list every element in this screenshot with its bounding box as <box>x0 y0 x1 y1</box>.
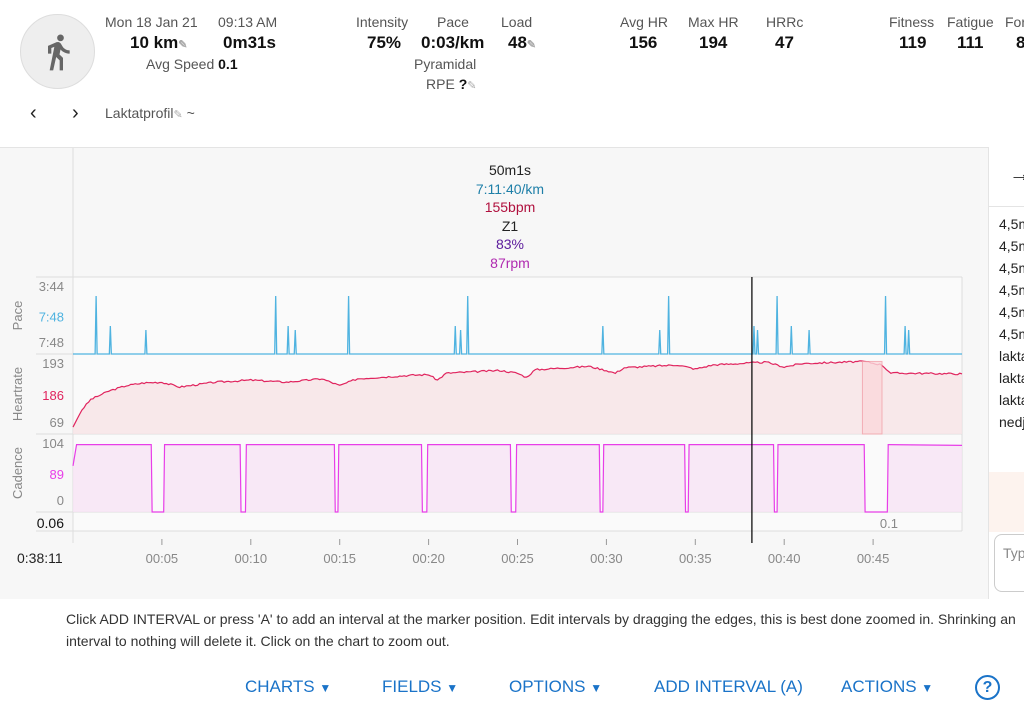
fitness-value: 119 <box>899 33 927 52</box>
y-tick-label: 89 <box>50 467 64 482</box>
panel-label-pace: Pace <box>10 301 25 331</box>
activity-name[interactable]: Laktatprofil✎ ~ <box>105 105 195 121</box>
form-value: 8 <box>1016 33 1024 52</box>
interval-list-item[interactable]: 4,5m <box>989 323 1024 345</box>
previous-activity-button[interactable]: ‹ <box>30 102 37 125</box>
intensity-value: 75% <box>367 33 402 52</box>
tooltip-cadence: 87rpm <box>490 254 530 271</box>
avg-hr-label: Avg HR <box>620 14 668 30</box>
activity-time: 09:13 AM <box>218 14 278 30</box>
activity-chart[interactable]: Pace 3:44 7:48 7:48 Heartrate 193 186 69 Cadence… <box>0 147 988 599</box>
add-interval-button[interactable]: ADD INTERVAL (A) <box>654 677 803 697</box>
interval-list-item[interactable]: 4,5m <box>989 301 1024 323</box>
bottom-right-value: 0.1 <box>880 516 898 531</box>
x-tick-label: 00:30 <box>590 551 623 566</box>
form-label: For <box>1005 14 1024 30</box>
panel-label-heartrate: Heartrate <box>10 367 25 421</box>
y-tick-label: 7:48 <box>39 310 64 325</box>
interval-list-item[interactable]: 4,5m <box>989 213 1024 235</box>
tooltip-time: 50m1s <box>488 162 532 178</box>
avg-hr-value: 156 <box>629 33 658 52</box>
interval-list-item[interactable]: 4,5m <box>989 257 1024 279</box>
edit-pencil-icon[interactable]: ✎ <box>173 109 182 121</box>
y-tick-label: 186 <box>42 388 64 403</box>
x-tick-label: 00:40 <box>768 551 801 566</box>
edit-pencil-icon[interactable]: ✎ <box>527 39 536 51</box>
y-tick-label: 0 <box>57 493 64 508</box>
intensity-label: Intensity <box>356 14 409 30</box>
edit-pencil-icon[interactable]: ✎ <box>467 80 476 92</box>
charts-menu-button[interactable]: CHARTS ▼ <box>245 677 331 697</box>
y-tick-label: 193 <box>42 356 64 371</box>
caret-down-icon: ▼ <box>446 681 459 695</box>
bottom-left-value: 0.06 <box>37 515 64 531</box>
next-activity-button[interactable]: › <box>72 102 79 125</box>
edit-pencil-icon[interactable]: ✎ <box>178 39 187 51</box>
pace-label: Pace <box>437 14 469 30</box>
activity-type-avatar[interactable] <box>20 14 95 89</box>
tooltip-percent: 83% <box>495 236 525 252</box>
x-tick-label: 00:25 <box>501 551 534 566</box>
intervals-side-panel: → 4,5m4,5m4,5m4,5m4,5m4,5mlaktatlaktatla… <box>988 147 1024 599</box>
collapse-panel-arrow-icon[interactable]: → <box>989 147 1024 207</box>
y-tick-label: 104 <box>42 436 64 451</box>
caret-down-icon: ▼ <box>921 681 934 695</box>
rpe[interactable]: RPE ?✎ <box>426 76 476 92</box>
x-tick-label: 00:05 <box>146 551 179 566</box>
distance-value[interactable]: 10 km✎ <box>130 33 187 53</box>
max-hr-value: 194 <box>699 33 728 52</box>
x-tick-label: 00:10 <box>235 551 268 566</box>
interval-note-input[interactable]: Type <box>994 534 1024 592</box>
distance-text: 10 km <box>130 33 179 52</box>
load-value[interactable]: 48✎ <box>508 33 536 53</box>
load-label: Load <box>501 14 533 30</box>
help-button[interactable]: ? <box>975 675 1000 700</box>
marker-time: 0:38:11 <box>17 550 63 566</box>
x-tick-label: 00:35 <box>679 551 712 566</box>
tooltip-hr: 155bpm <box>484 199 536 215</box>
x-tick-label: 00:45 <box>857 551 890 566</box>
selected-interval-highlight <box>861 360 883 435</box>
duration-value: 0m31s <box>223 33 276 52</box>
actions-menu-button[interactable]: ACTIONS ▼ <box>841 677 933 697</box>
y-tick-label: 69 <box>50 415 64 430</box>
interval-list-item[interactable]: 4,5m <box>989 235 1024 257</box>
options-menu-button[interactable]: OPTIONS ▼ <box>509 677 602 697</box>
chart-tooltip: 50m1s 7:11:40/km 155bpm Z1 83% 87rpm <box>440 161 580 272</box>
fatigue-value: 111 <box>957 33 984 52</box>
y-tick-label: 7:48 <box>39 335 64 350</box>
pace-value: 0:03/km <box>421 33 485 52</box>
hrrc-label: HRRc <box>766 14 804 30</box>
caret-down-icon: ▼ <box>590 681 603 695</box>
running-icon <box>47 34 70 70</box>
interval-list-item[interactable]: laktat <box>989 389 1024 411</box>
fields-menu-button[interactable]: FIELDS ▼ <box>382 677 458 697</box>
caret-down-icon: ▼ <box>319 681 332 695</box>
hrrc-value: 47 <box>775 33 794 52</box>
fatigue-label: Fatigue <box>947 14 994 30</box>
activity-date: Mon 18 Jan 21 <box>105 14 198 30</box>
cadence-area <box>73 444 962 512</box>
panel-label-cadence: Cadence <box>10 447 25 499</box>
x-tick-label: 00:15 <box>323 551 356 566</box>
avg-speed: Avg Speed 0.1 <box>146 56 238 72</box>
interval-list-item[interactable]: nedjo <box>989 411 1024 433</box>
fitness-label: Fitness <box>889 14 935 30</box>
x-tick-label: 00:20 <box>412 551 445 566</box>
interval-list-item[interactable]: laktat <box>989 345 1024 367</box>
workout-type: Pyramidal <box>414 56 477 72</box>
max-hr-label: Max HR <box>688 14 739 30</box>
y-tick-label: 3:44 <box>39 279 64 294</box>
interval-list-item[interactable]: 4,5m <box>989 279 1024 301</box>
tooltip-pace: 7:11:40/km <box>475 180 545 197</box>
interval-list-item[interactable]: laktat <box>989 367 1024 389</box>
tooltip-zone: Z1 <box>501 217 519 234</box>
help-text: Click ADD INTERVAL or press 'A' to add a… <box>66 611 1016 649</box>
